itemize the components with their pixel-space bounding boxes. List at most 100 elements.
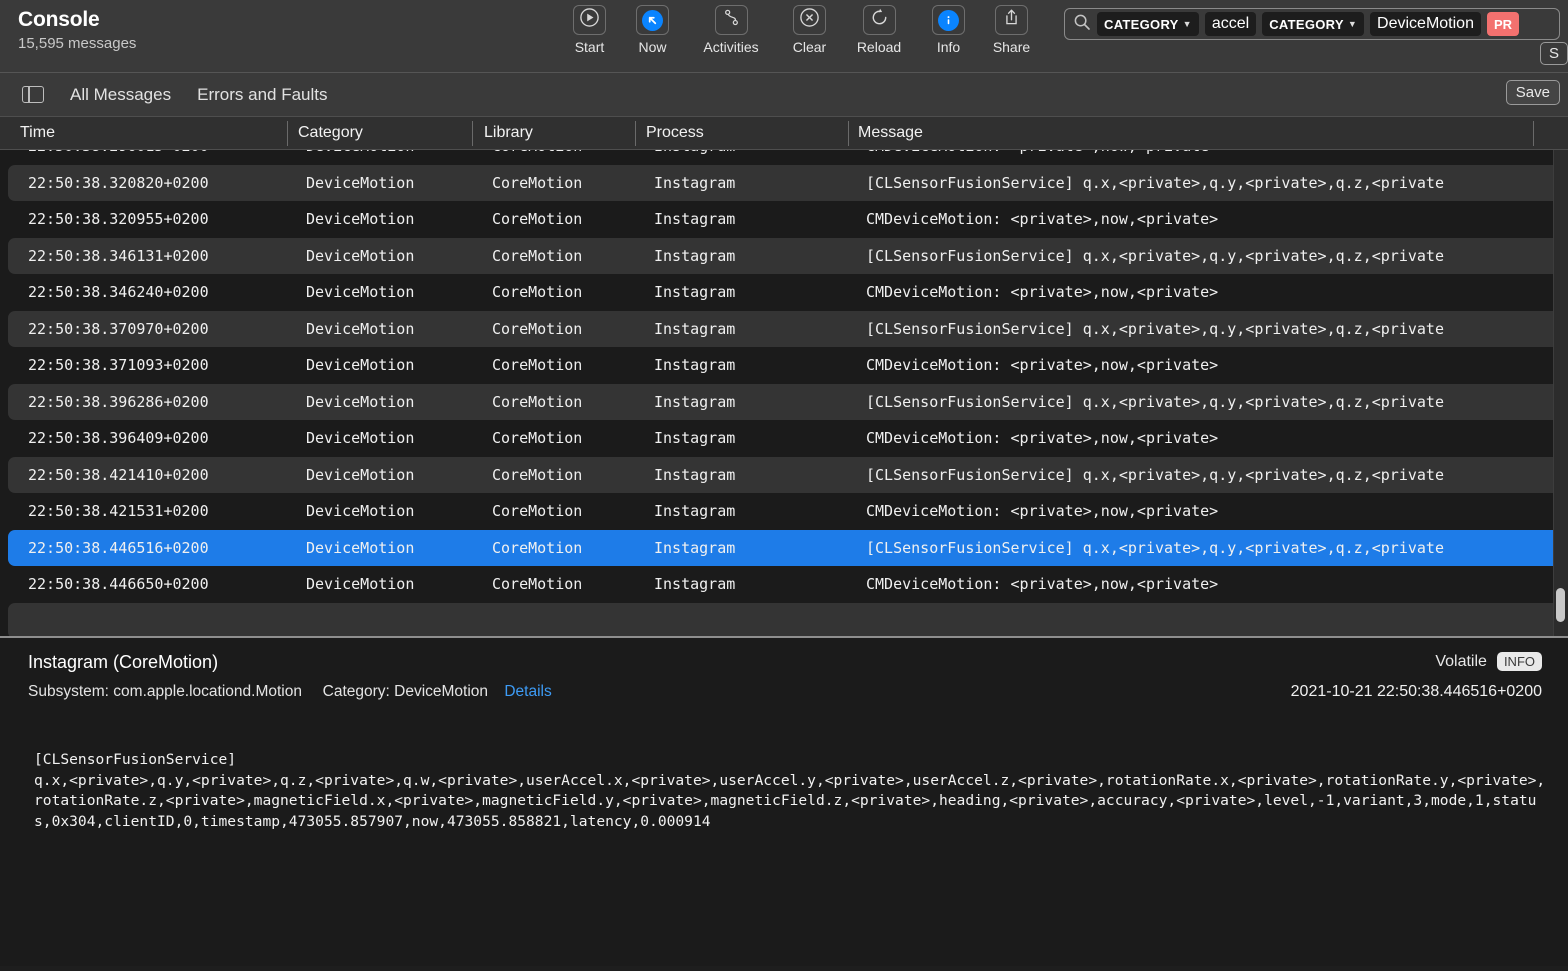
cell-process: Instagram — [654, 356, 736, 375]
table-row[interactable]: 22:50:38.421531+0200 DeviceMotion CoreMoti… — [8, 493, 1560, 530]
cell-process: Instagram — [654, 210, 736, 229]
cell-category: DeviceMotion — [306, 173, 415, 192]
column-divider[interactable] — [287, 121, 288, 146]
cell-time: 22:50:38.296015+0200 — [28, 150, 209, 155]
cell-message: CMDeviceMotion: <private>,now,<private> — [866, 356, 1219, 375]
activities-path-icon — [721, 7, 742, 33]
tab-all-messages[interactable]: All Messages — [70, 85, 171, 105]
cell-message: CMDeviceMotion: <private>,now,<private> — [866, 150, 1218, 155]
cell-time: 22:50:38.371093+0200 — [28, 356, 209, 375]
cell-library: CoreMotion — [492, 392, 583, 411]
cell-library: CoreMotion — [492, 319, 583, 338]
table-row[interactable]: 22:50:38.396286+0200 DeviceMotion CoreMoti… — [8, 383, 1560, 420]
chevron-down-icon: ▼ — [1182, 19, 1192, 29]
search-field[interactable]: CATEGORY ▼ accel CATEGORY ▼ DeviceMotion… — [1064, 8, 1560, 40]
now-button[interactable]: Now — [623, 5, 682, 55]
cell-category: DeviceMotion — [306, 210, 415, 229]
detail-meta: Volatile INFO 2021-10-21 22:50:38.446516… — [1291, 652, 1542, 701]
cell-library: CoreMotion — [492, 502, 583, 521]
tab-errors-and-faults[interactable]: Errors and Faults — [197, 85, 327, 105]
cell-library: CoreMotion — [492, 283, 583, 302]
detail-timestamp: 2021-10-21 22:50:38.446516+0200 — [1290, 683, 1542, 700]
column-header-message[interactable]: Message — [858, 124, 923, 142]
column-divider[interactable] — [472, 121, 473, 146]
cell-process: Instagram — [654, 465, 736, 484]
vertical-scrollbar[interactable] — [1553, 150, 1568, 636]
column-divider[interactable] — [1533, 121, 1534, 146]
cell-process: Instagram — [654, 538, 736, 557]
cell-category: DeviceMotion — [306, 283, 415, 302]
reload-button[interactable]: Reload — [843, 5, 915, 55]
chevron-down-icon: ▼ — [1347, 19, 1358, 29]
cell-process: Instagram — [654, 319, 736, 338]
activities-button[interactable]: Activities — [686, 5, 776, 55]
table-row[interactable]: 22:50:38.421410+0200 DeviceMotion CoreMoti… — [8, 456, 1560, 493]
subsystem-label: Subsystem: — [28, 683, 109, 700]
column-header-process[interactable]: Process — [646, 124, 704, 142]
table-row-selected[interactable]: 22:50:38.446516+0200 DeviceMotion CoreMoti… — [8, 529, 1560, 566]
cell-library: CoreMotion — [492, 465, 583, 484]
search-token-value-accel[interactable]: accel — [1204, 12, 1257, 36]
info-button-label: Info — [936, 39, 961, 55]
details-link[interactable]: Details — [504, 683, 551, 700]
cell-time: 22:50:38.346240+0200 — [28, 283, 209, 302]
save-button[interactable]: Save — [1505, 80, 1560, 105]
scrollbar-thumb[interactable] — [1556, 588, 1565, 622]
status-badge: INFO — [1496, 652, 1542, 671]
cell-time: 22:50:38.396409+0200 — [28, 429, 209, 448]
table-row[interactable]: 22:50:38.320955+0200 DeviceMotion CoreMoti… — [8, 201, 1560, 238]
cell-library: CoreMotion — [492, 173, 583, 192]
column-header-category[interactable]: Category — [298, 124, 363, 142]
start-button[interactable]: Start — [560, 5, 619, 55]
column-divider[interactable] — [848, 121, 849, 146]
category-value: DeviceMotion — [394, 683, 489, 700]
cell-process: Instagram — [654, 429, 736, 448]
detail-message-body: [CLSensorFusionService] q.x,<private>,q.… — [34, 751, 1546, 830]
cell-message: [CLSensorFusionService] q.x,<private>,q.… — [866, 538, 1444, 557]
filter-bar: All Messages Errors and Faults Save — [0, 72, 1568, 116]
search-token-category-2[interactable]: CATEGORY ▼ — [1262, 12, 1365, 36]
start-button-label: Start — [574, 39, 605, 55]
floating-save-button[interactable]: S — [1539, 42, 1568, 65]
cell-process: Instagram — [654, 283, 736, 302]
cell-library: CoreMotion — [492, 210, 583, 229]
table-row[interactable]: 22:50:38.370970+0200 DeviceMotion CoreMoti… — [8, 310, 1560, 347]
column-header-library[interactable]: Library — [484, 124, 533, 142]
table-row[interactable]: 22:50:38.320820+0200 DeviceMotion CoreMoti… — [8, 164, 1560, 201]
table-row[interactable]: 22:50:38.446650+0200 DeviceMotion CoreMoti… — [8, 566, 1560, 603]
table-row[interactable]: 22:50:38.371093+0200 DeviceMotion CoreMoti… — [8, 347, 1560, 384]
cell-process: Instagram — [654, 502, 736, 521]
cell-library: CoreMotion — [492, 150, 582, 155]
cell-category: DeviceMotion — [306, 319, 415, 338]
reload-button-icon-frame — [862, 5, 896, 35]
info-button[interactable]: Info — [919, 5, 978, 55]
column-header-time[interactable]: Time — [20, 124, 55, 142]
cell-time: 22:50:38.396286+0200 — [28, 392, 209, 411]
cell-process: Instagram — [654, 150, 735, 155]
reload-button-label: Reload — [856, 39, 902, 55]
log-table[interactable]: 22:50:38.296015+0200 DeviceMotion CoreMoti… — [0, 150, 1568, 636]
share-button[interactable]: Share — [982, 5, 1041, 55]
table-row[interactable]: 22:50:38.346131+0200 DeviceMotion CoreMoti… — [8, 237, 1560, 274]
share-button-label: Share — [992, 39, 1031, 55]
cell-library: CoreMotion — [492, 538, 583, 557]
table-row[interactable] — [8, 602, 1560, 636]
clear-button[interactable]: Clear — [780, 5, 839, 55]
cell-message: CMDeviceMotion: <private>,now,<private> — [866, 283, 1219, 302]
column-divider[interactable] — [635, 121, 636, 146]
search-token-category-2-label: CATEGORY — [1269, 16, 1344, 32]
cell-category: DeviceMotion — [306, 575, 415, 594]
search-token-value-devicemotion[interactable]: DeviceMotion — [1370, 12, 1481, 36]
cell-message: CMDeviceMotion: <private>,now,<private> — [866, 210, 1219, 229]
table-row[interactable]: 22:50:38.346240+0200 DeviceMotion CoreMoti… — [8, 274, 1560, 311]
search-token-category-1[interactable]: CATEGORY ▼ — [1097, 12, 1199, 36]
cell-category: DeviceMotion — [306, 150, 414, 155]
cell-message: [CLSensorFusionService] q.x,<private>,q.… — [866, 319, 1444, 338]
cell-category: DeviceMotion — [306, 392, 415, 411]
sidebar-toggle-icon[interactable] — [22, 86, 44, 103]
table-row[interactable]: 22:50:38.396409+0200 DeviceMotion CoreMoti… — [8, 420, 1560, 457]
cell-category: DeviceMotion — [306, 502, 415, 521]
search-token-value-process[interactable]: PR — [1486, 12, 1520, 36]
table-row[interactable]: 22:50:38.296015+0200 DeviceMotion CoreMoti… — [8, 150, 1560, 165]
cell-time: 22:50:38.346131+0200 — [28, 246, 209, 265]
